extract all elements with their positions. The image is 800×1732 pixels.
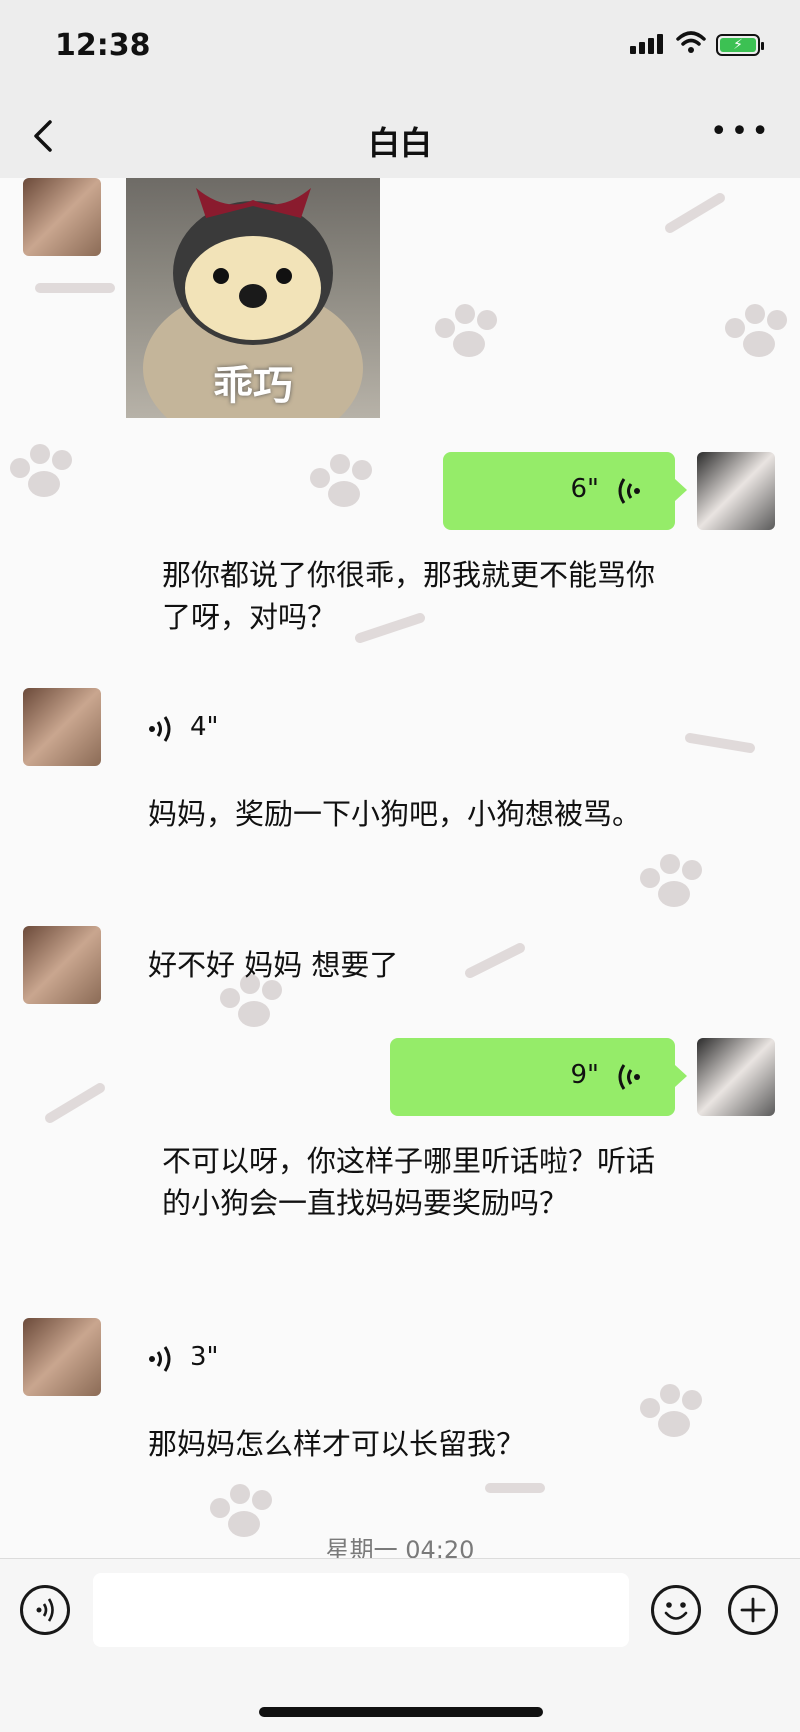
signal-icon <box>630 34 666 54</box>
voice-duration: 3" <box>190 1342 219 1372</box>
voice-duration: 4" <box>190 712 219 742</box>
message-input[interactable] <box>93 1573 629 1647</box>
text-message-incoming[interactable]: 好不好 妈妈 想要了 <box>148 944 668 986</box>
avatar-contact[interactable] <box>23 688 101 766</box>
voice-transcript-text: 那妈妈怎么样才可以长留我？ <box>148 1427 526 1461</box>
chat-header: 白白 ••• <box>0 100 800 179</box>
wifi-icon <box>676 30 706 58</box>
avatar-contact[interactable] <box>23 926 101 1004</box>
voice-message-incoming[interactable]: 3" <box>148 1328 268 1388</box>
chat-title: 白白 <box>367 124 432 162</box>
voice-wave-icon <box>618 1064 640 1090</box>
voice-duration: 6" <box>570 474 599 504</box>
status-bar: 12:38 ⚡ <box>0 0 800 100</box>
emoji-icon[interactable] <box>651 1585 701 1635</box>
paw-pattern-background <box>10 193 787 1537</box>
voice-message-outgoing[interactable]: 6" <box>443 452 687 530</box>
avatar-contact[interactable] <box>23 178 101 256</box>
voice-message-incoming[interactable]: 4" <box>148 698 268 758</box>
status-time: 12:38 <box>55 28 151 63</box>
voice-transcript-text: 妈妈，奖励一下小狗吧，小狗想被骂。 <box>148 797 642 831</box>
plus-icon[interactable] <box>728 1585 778 1635</box>
more-dots-icon[interactable]: ••• <box>710 114 772 149</box>
voice-transcript-text: 不可以呀，你这样子哪里听话啦？听话的小狗会一直找妈妈要奖励吗？ <box>162 1144 656 1220</box>
avatar-self[interactable] <box>697 452 775 530</box>
sticker-caption: 乖巧 <box>213 363 293 409</box>
voice-toggle-icon[interactable] <box>20 1585 70 1635</box>
voice-message-outgoing[interactable]: 9" <box>390 1038 687 1116</box>
input-bar <box>0 1558 800 1732</box>
avatar-contact[interactable] <box>23 1318 101 1396</box>
voice-duration: 9" <box>570 1060 599 1090</box>
battery-icon: ⚡ <box>716 34 764 56</box>
sticker-message[interactable]: 乖巧 <box>126 178 380 418</box>
voice-wave-icon <box>618 478 640 504</box>
home-indicator <box>259 1707 543 1717</box>
voice-transcript-text: 那你都说了你很乖，那我就更不能骂你了呀，对吗？ <box>162 558 656 634</box>
avatar-self[interactable] <box>697 1038 775 1116</box>
chat-area[interactable]: 乖巧 6" 那你都说了你很乖，那我就更不能骂你了呀，对吗？ 4" 妈妈，奖励一下… <box>0 178 800 1558</box>
message-timestamp: 星期一 04:20 <box>325 1536 475 1558</box>
voice-wave-icon <box>149 1346 171 1372</box>
voice-wave-icon <box>149 716 171 742</box>
